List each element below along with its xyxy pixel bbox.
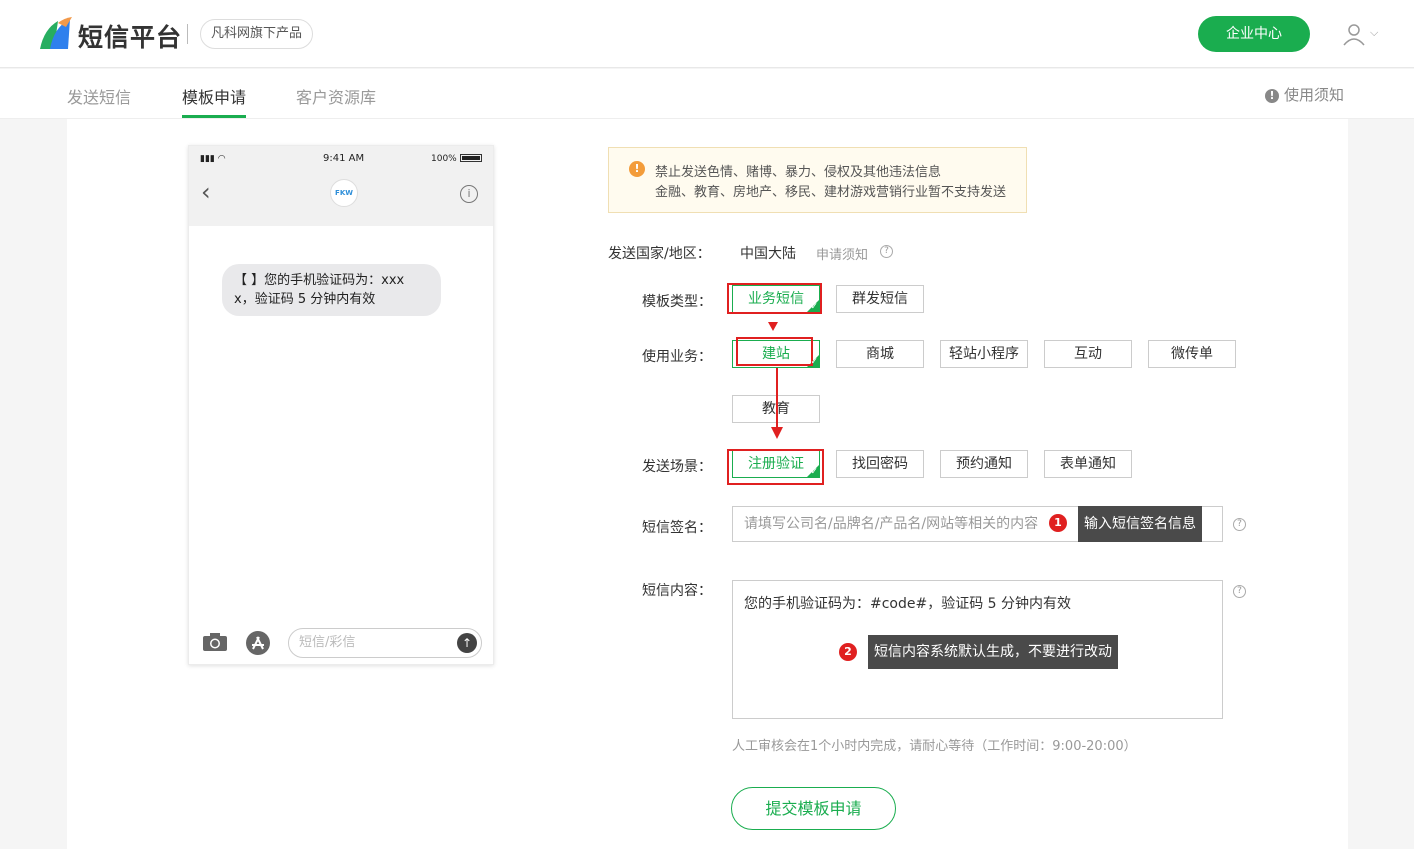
business-label: 使用业务： [642, 349, 712, 365]
option-mass-sms[interactable]: 群发短信 [836, 285, 924, 313]
signature-tip: 输入短信签名信息 [1078, 506, 1202, 542]
step-badge-2: 2 [839, 643, 857, 661]
review-hint: 人工审核会在1个小时内完成，请耐心等待（工作时间：9:00-20:00） [732, 739, 1137, 754]
country-label: 发送国家/地区： [608, 246, 711, 262]
tab-send-sms[interactable]: 发送短信 [67, 84, 131, 108]
top-bar: 短信平台 凡科网旗下产品 企业中心 ⌵ [0, 0, 1414, 68]
send-arrow-icon: ↑ [457, 633, 477, 653]
option-mini-program[interactable]: 轻站小程序 [940, 340, 1028, 368]
scene-label: 发送场景： [642, 459, 712, 475]
battery-text: 100% [431, 154, 457, 164]
logo-text[interactable]: 短信平台 [78, 18, 182, 54]
apply-notice-link[interactable]: 申请须知 [816, 244, 868, 263]
template-type-label: 模板类型： [642, 294, 712, 310]
back-icon: ‹ [201, 178, 211, 206]
arrow-icon [771, 427, 783, 439]
warning-line-2: 金融、教育、房地产、移民、建材游戏营销行业暂不支持发送 [655, 185, 1007, 200]
info-icon: ! [1265, 89, 1279, 103]
signal-icon: ▮▮▮ ◠ [200, 154, 226, 164]
brand-tag: 凡科网旗下产品 [200, 19, 314, 49]
message-bubble: 【 】您的手机验证码为：xxx x，验证码 5 分钟内有效 [222, 264, 441, 316]
app-store-icon [246, 631, 270, 655]
highlight-box-business [736, 337, 813, 366]
help-icon[interactable]: ? [1233, 518, 1246, 531]
check-icon: ✓ [810, 467, 818, 477]
content-label: 短信内容： [642, 583, 712, 599]
logo-icon [40, 17, 72, 49]
arrow-line [776, 368, 778, 428]
info-icon: i [460, 185, 478, 203]
signature-label: 短信签名： [642, 520, 712, 536]
camera-icon [203, 633, 227, 651]
user-icon[interactable] [1342, 22, 1366, 46]
warning-icon: ! [629, 161, 645, 177]
phone-header: ▮▮▮ ◠ 9:41 AM 100% ‹ FKW i [189, 146, 493, 226]
highlight-box-type [727, 283, 822, 314]
enterprise-center-button[interactable]: 企业中心 [1198, 16, 1310, 52]
warning-line-1: 禁止发送色情、赌博、暴力、侵权及其他违法信息 [655, 165, 942, 180]
arrow-icon [768, 322, 778, 331]
phone-time: 9:41 AM [323, 153, 365, 164]
highlight-box-scene [727, 449, 824, 485]
phone-preview: ▮▮▮ ◠ 9:41 AM 100% ‹ FKW i 【 】您的手机验证码为：x… [188, 145, 494, 665]
chevron-down-icon[interactable]: ⌵ [1370, 26, 1378, 40]
option-micro-flyer[interactable]: 微传单 [1148, 340, 1236, 368]
active-tab-underline [182, 115, 246, 118]
phone-input-placeholder: 短信/彩信 [299, 635, 356, 650]
help-icon[interactable]: ? [880, 245, 893, 258]
option-mall[interactable]: 商城 [836, 340, 924, 368]
battery-icon [459, 154, 482, 162]
country-value: 中国大陆 [740, 246, 796, 262]
nav-tabs: 发送短信 模板申请 客户资源库 ! 使用须知 [0, 69, 1414, 119]
submit-template-button[interactable]: 提交模板申请 [731, 787, 896, 830]
option-retrieve-password[interactable]: 找回密码 [836, 450, 924, 478]
usage-notice-label: 使用须知 [1284, 86, 1345, 104]
warning-box: ! 禁止发送色情、赌博、暴力、侵权及其他违法信息 金融、教育、房地产、移民、建材… [608, 147, 1027, 213]
content-tip: 短信内容系统默认生成，不要进行改动 [868, 635, 1118, 669]
check-icon: ✓ [810, 302, 818, 312]
option-form-notice[interactable]: 表单通知 [1044, 450, 1132, 478]
usage-notice-link[interactable]: ! 使用须知 [1265, 84, 1344, 105]
step-badge-1: 1 [1049, 514, 1067, 532]
avatar: FKW [330, 179, 358, 207]
logo-divider [187, 24, 188, 44]
option-interaction[interactable]: 互动 [1044, 340, 1132, 368]
battery-indicator: 100% [431, 154, 482, 164]
phone-message-input: 短信/彩信 ↑ [288, 628, 482, 658]
tab-customer-library[interactable]: 客户资源库 [296, 84, 376, 108]
check-icon: ✓ [810, 357, 818, 367]
tab-template-apply[interactable]: 模板申请 [182, 84, 246, 108]
help-icon[interactable]: ? [1233, 585, 1246, 598]
option-appointment-notice[interactable]: 预约通知 [940, 450, 1028, 478]
